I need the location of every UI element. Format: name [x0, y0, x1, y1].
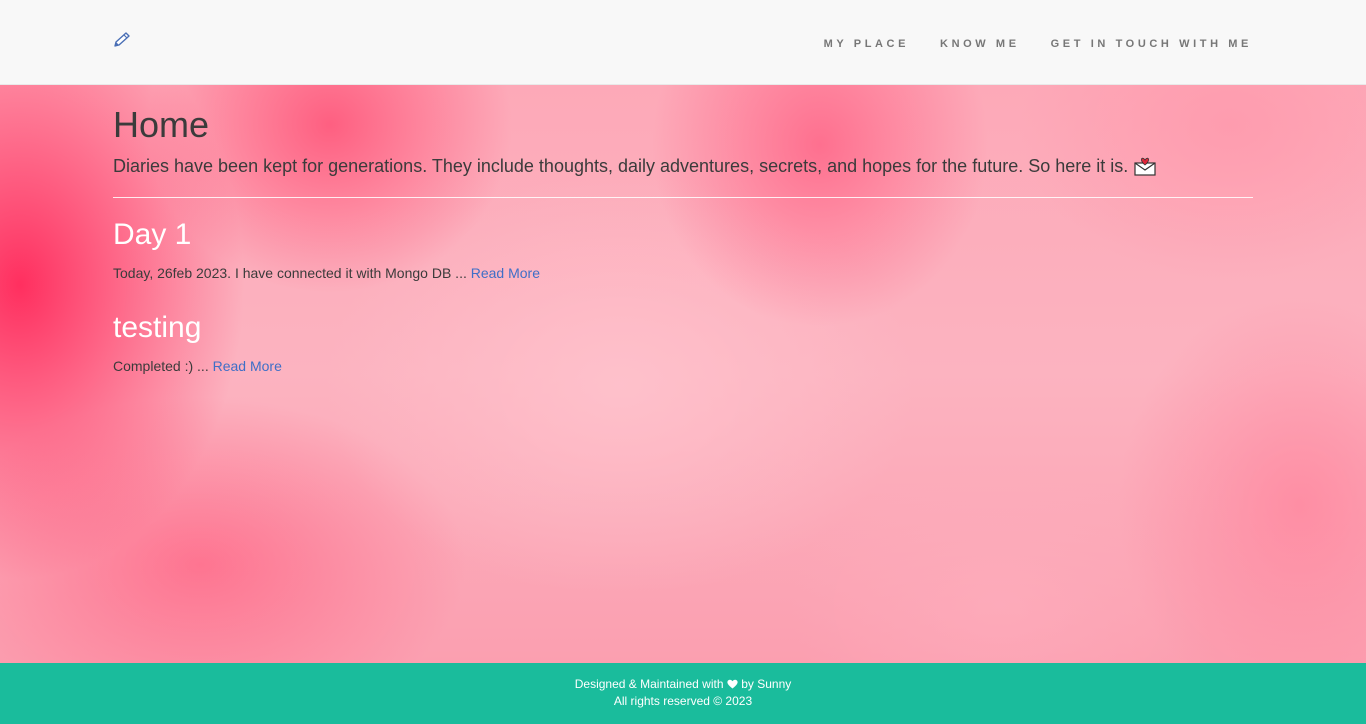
post-excerpt: Today, 26feb 2023. I have connected it w… — [113, 263, 1253, 283]
intro-paragraph: Diaries have been kept for generations. … — [113, 153, 1253, 179]
nav-link-my-place[interactable]: My Place — [824, 38, 909, 50]
read-more-link[interactable]: Read More — [213, 358, 282, 374]
post-excerpt: Completed :) ... Read More — [113, 356, 1253, 376]
post-title: Day 1 — [113, 218, 192, 251]
nav-item-my-place: My Place — [824, 34, 909, 52]
footer-copyright: All rights reserved © 2023 — [613, 694, 753, 708]
nav-item-know-me: Know Me — [940, 34, 1020, 52]
post-item: Day 1 Today, 26feb 2023. I have connecte… — [113, 218, 1253, 283]
footer: Designed & Maintained with by Sunny All … — [0, 663, 1366, 724]
footer-credit: Designed & Maintained with by Sunny — [0, 676, 1366, 693]
post-excerpt-text: Completed :) ... — [113, 358, 213, 374]
nav-link-contact[interactable]: Get in touch with me — [1051, 38, 1252, 50]
main-content: Home Diaries have been kept for generati… — [113, 85, 1253, 376]
pencil-icon — [114, 32, 130, 47]
intro-text: Diaries have been kept for generations. … — [113, 156, 1129, 176]
nav-menu: My Place Know Me Get in touch with me — [824, 34, 1252, 52]
post-item: testing Completed :) ... Read More — [113, 311, 1253, 376]
footer-credit-suffix: by Sunny — [741, 677, 792, 691]
nav-link-know-me[interactable]: Know Me — [940, 38, 1020, 50]
read-more-link[interactable]: Read More — [471, 265, 540, 281]
post-title: testing — [113, 311, 202, 344]
nav-item-contact: Get in touch with me — [1051, 34, 1252, 52]
heart-icon — [727, 679, 738, 689]
footer-credit-prefix: Designed & Maintained with — [574, 677, 724, 691]
navbar: My Place Know Me Get in touch with me — [0, 0, 1366, 85]
divider — [113, 197, 1253, 198]
love-letter-icon — [1134, 157, 1156, 176]
post-excerpt-text: Today, 26feb 2023. I have connected it w… — [113, 265, 471, 281]
brand-logo[interactable] — [112, 31, 132, 49]
page-title: Home — [113, 104, 210, 145]
